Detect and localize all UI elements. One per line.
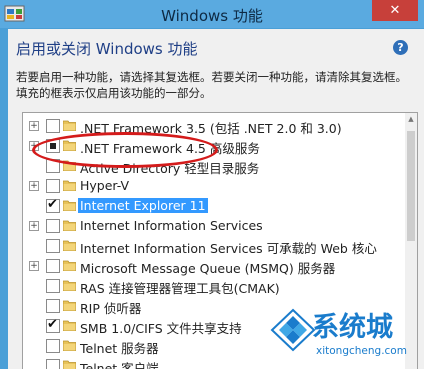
feature-row[interactable]: + .NET Framework 4.5 高级服务: [23, 136, 407, 156]
feature-label: Telnet 服务器: [80, 341, 159, 356]
feature-checkbox[interactable]: [46, 179, 60, 193]
feature-label: Microsoft Message Queue (MSMQ) 服务器: [80, 261, 336, 276]
folder-icon: [62, 359, 77, 369]
feature-label: RAS 连接管理器管理工具包(CMAK): [80, 281, 280, 296]
expand-icon[interactable]: +: [29, 181, 39, 191]
watermark-logo-icon: [270, 308, 316, 352]
folder-icon: [62, 259, 77, 272]
folder-icon: [62, 339, 77, 352]
folder-icon: [62, 119, 77, 132]
expand-icon[interactable]: +: [29, 221, 39, 231]
close-button[interactable]: ✕: [372, 0, 418, 21]
folder-icon: [62, 159, 77, 172]
feature-label: .NET Framework 4.5 高级服务: [80, 141, 260, 156]
feature-checkbox[interactable]: [46, 119, 60, 133]
folder-icon: [62, 219, 77, 232]
expand-icon[interactable]: +: [29, 121, 39, 131]
folder-icon: [62, 139, 77, 152]
feature-label: SMB 1.0/CIFS 文件共享支持: [80, 321, 242, 336]
feature-row[interactable]: RAS 连接管理器管理工具包(CMAK): [23, 276, 407, 296]
folder-icon: [62, 279, 77, 292]
feature-checkbox[interactable]: [46, 239, 60, 253]
folder-icon: [62, 179, 77, 192]
feature-checkbox[interactable]: [46, 139, 60, 153]
feature-label: Active Directory 轻型目录服务: [80, 161, 260, 176]
feature-checkbox[interactable]: [46, 317, 60, 333]
folder-icon: [62, 239, 77, 252]
folder-icon: [62, 299, 77, 312]
page-title: 启用或关闭 Windows 功能: [16, 40, 198, 58]
feature-row[interactable]: + .NET Framework 3.5 (包括 .NET 2.0 和 3.0): [23, 116, 407, 136]
feature-row[interactable]: Internet Explorer 11: [23, 196, 407, 216]
feature-label: Internet Information Services 可承载的 Web 核…: [80, 241, 377, 256]
feature-row[interactable]: + Internet Information Services: [23, 216, 407, 236]
feature-label: Hyper-V: [80, 178, 130, 193]
feature-checkbox[interactable]: [46, 259, 60, 273]
feature-checkbox[interactable]: [46, 339, 60, 353]
feature-checkbox[interactable]: [46, 159, 60, 173]
title-bar[interactable]: Windows 功能 ✕: [0, 0, 424, 28]
watermark-url: xitongcheng.com: [316, 345, 407, 357]
feature-checkbox[interactable]: [46, 299, 60, 313]
feature-checkbox[interactable]: [46, 219, 60, 233]
feature-checkbox[interactable]: [46, 279, 60, 293]
feature-checkbox[interactable]: [46, 197, 60, 213]
feature-row[interactable]: + Hyper-V: [23, 176, 407, 196]
feature-label: Internet Information Services: [80, 218, 263, 233]
feature-label: .NET Framework 3.5 (包括 .NET 2.0 和 3.0): [80, 121, 342, 136]
description-text: 若要启用一种功能，请选择其复选框。若要关闭一种功能，请清除其复选框。填充的框表示…: [16, 70, 407, 100]
feature-label: Telnet 客户端: [80, 361, 159, 369]
scroll-thumb[interactable]: [407, 131, 415, 241]
window-title: Windows 功能: [161, 7, 263, 25]
feature-row[interactable]: Active Directory 轻型目录服务: [23, 156, 407, 176]
help-icon[interactable]: ?: [393, 40, 408, 55]
feature-label: Internet Explorer 11: [78, 198, 208, 213]
feature-checkbox[interactable]: [46, 359, 60, 369]
windows-features-dialog: Windows 功能 ✕ 启用或关闭 Windows 功能 ? 若要启用一种功能…: [0, 0, 424, 369]
watermark-text: 系统城: [312, 312, 393, 343]
feature-row[interactable]: + Microsoft Message Queue (MSMQ) 服务器: [23, 256, 407, 276]
watermark: 系统城 xitongcheng.com: [268, 300, 424, 369]
feature-label: RIP 侦听器: [80, 301, 142, 316]
folder-icon: [62, 199, 77, 212]
expand-icon[interactable]: +: [29, 141, 39, 151]
folder-icon: [62, 319, 77, 332]
feature-row[interactable]: Internet Information Services 可承载的 Web 核…: [23, 236, 407, 256]
expand-icon[interactable]: +: [29, 261, 39, 271]
